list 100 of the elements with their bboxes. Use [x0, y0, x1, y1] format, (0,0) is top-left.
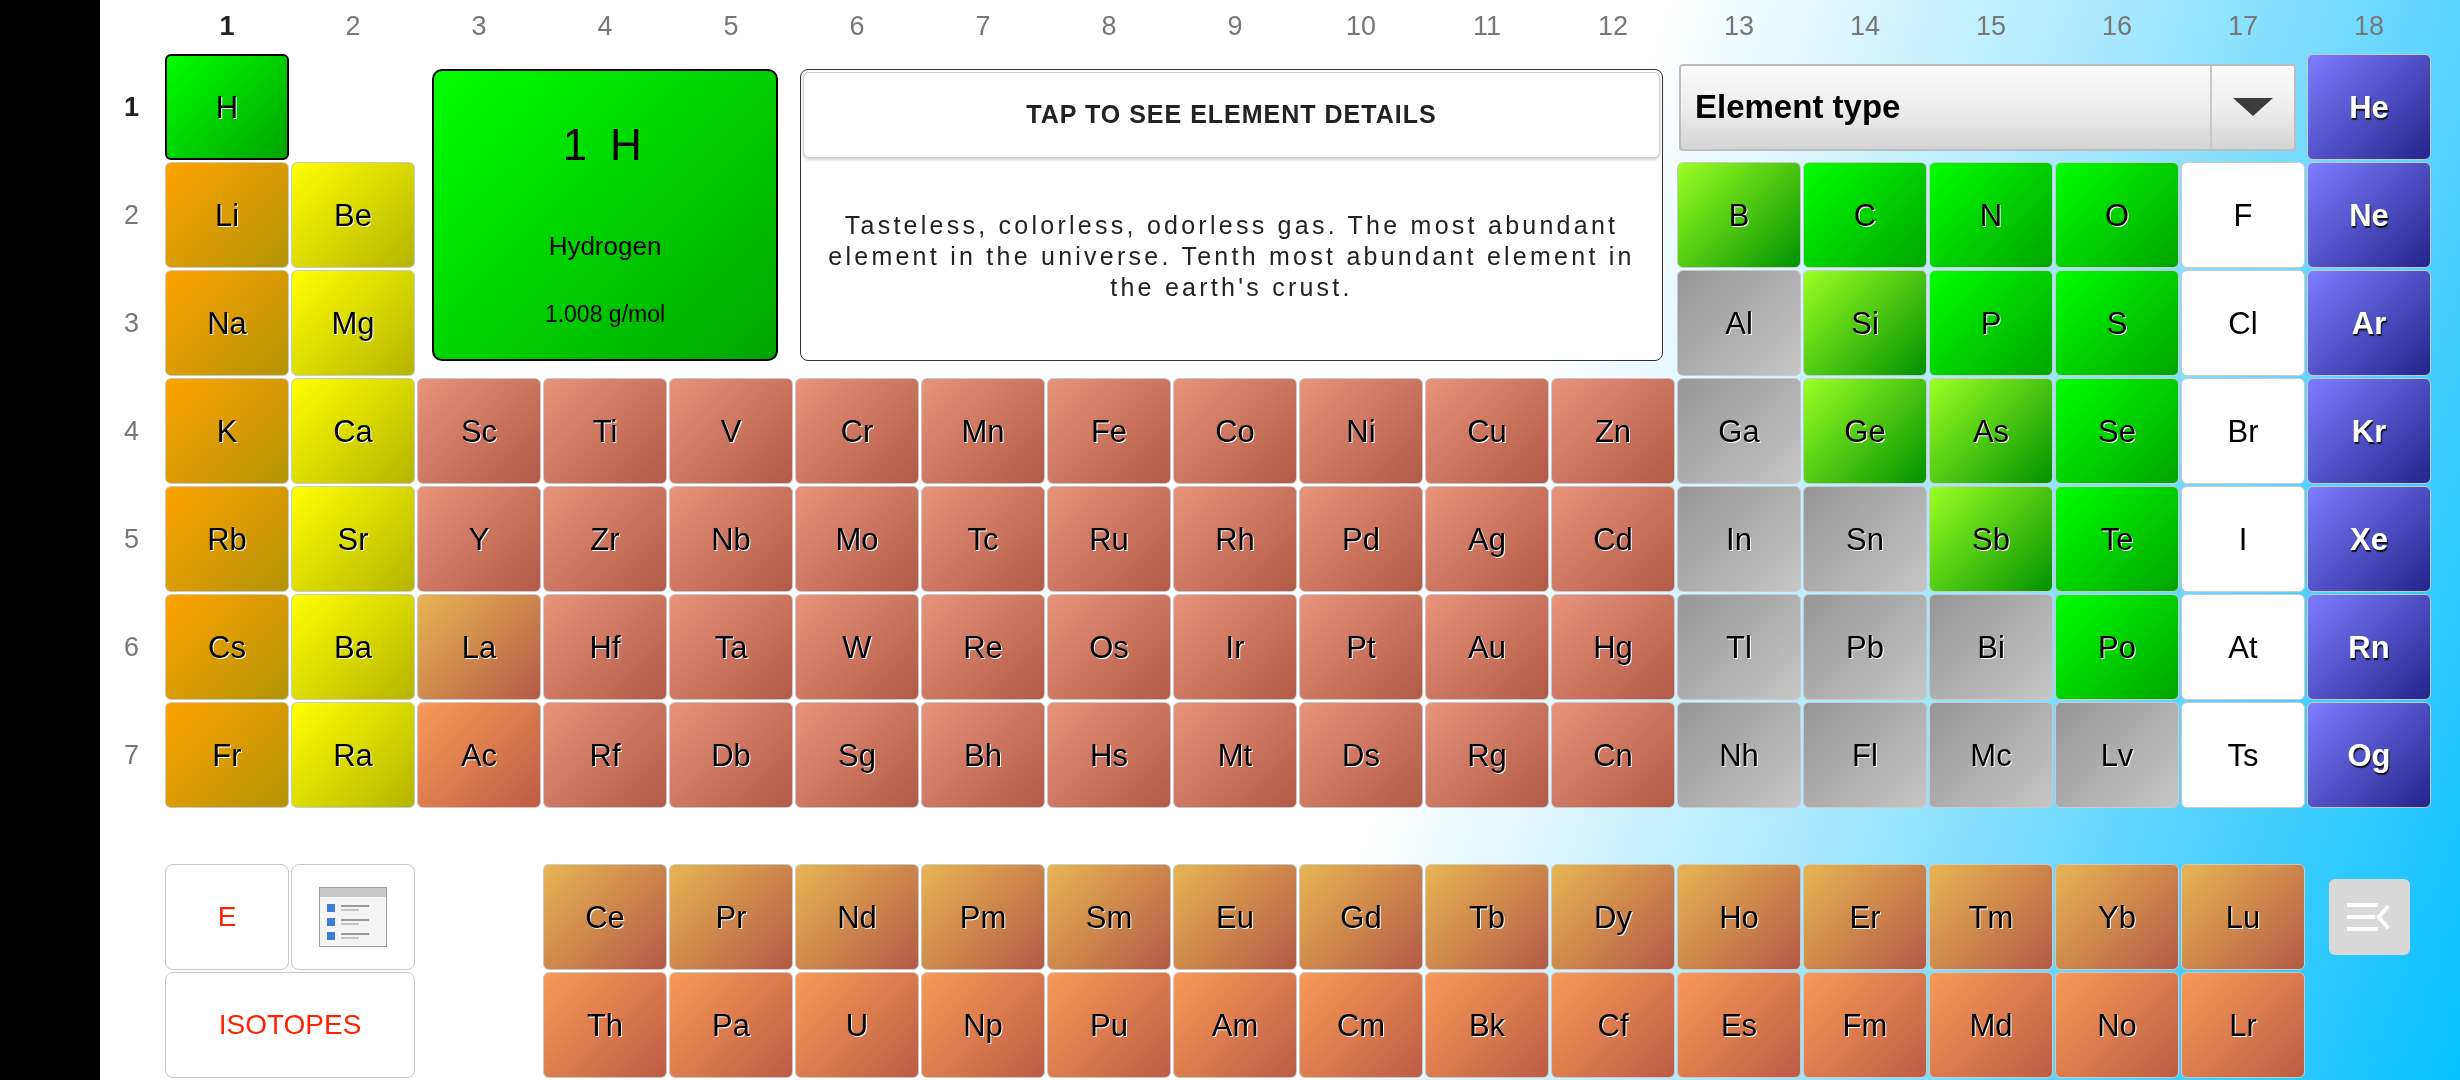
element-tile[interactable]: Pb [1803, 594, 1927, 700]
element-type-dropdown[interactable]: Element type [1679, 63, 2296, 151]
element-tile[interactable]: Fe [1047, 378, 1171, 484]
element-tile[interactable]: Bi [1929, 594, 2053, 700]
element-tile[interactable]: Cu [1425, 378, 1549, 484]
element-tile[interactable]: Ag [1425, 486, 1549, 592]
element-tile[interactable]: Ba [291, 594, 415, 700]
element-tile[interactable]: Nb [669, 486, 793, 592]
element-tile[interactable]: Al [1677, 270, 1801, 376]
element-tile[interactable]: Dy [1551, 864, 1675, 970]
element-tile[interactable]: Ge [1803, 378, 1927, 484]
element-tile[interactable]: W [795, 594, 919, 700]
element-tile[interactable]: Te [2055, 486, 2179, 592]
element-tile[interactable]: Li [165, 162, 289, 268]
element-tile[interactable]: Cf [1551, 972, 1675, 1078]
element-tile[interactable]: Mt [1173, 702, 1297, 808]
element-tile[interactable]: V [669, 378, 793, 484]
element-tile[interactable]: Mn [921, 378, 1045, 484]
element-tile[interactable]: Db [669, 702, 793, 808]
element-tile[interactable]: Si [1803, 270, 1927, 376]
element-tile[interactable]: Ir [1173, 594, 1297, 700]
element-tile[interactable]: Ho [1677, 864, 1801, 970]
element-tile[interactable]: Ds [1299, 702, 1423, 808]
element-tile[interactable]: Hs [1047, 702, 1171, 808]
element-tile[interactable]: Md [1929, 972, 2053, 1078]
element-tile[interactable]: No [2055, 972, 2179, 1078]
element-tile[interactable]: O [2055, 162, 2179, 268]
element-tile[interactable]: Y [417, 486, 541, 592]
element-tile[interactable]: Rh [1173, 486, 1297, 592]
element-tile[interactable]: C [1803, 162, 1927, 268]
element-tile[interactable]: Pt [1299, 594, 1423, 700]
element-tile[interactable]: I [2181, 486, 2305, 592]
element-tile[interactable]: Es [1677, 972, 1801, 1078]
element-tile[interactable]: Sn [1803, 486, 1927, 592]
element-tile[interactable]: Os [1047, 594, 1171, 700]
element-tile[interactable]: Sc [417, 378, 541, 484]
element-tile[interactable]: Ga [1677, 378, 1801, 484]
element-tile[interactable]: At [2181, 594, 2305, 700]
element-tile[interactable]: Hg [1551, 594, 1675, 700]
element-tile[interactable]: Ta [669, 594, 793, 700]
element-tile[interactable]: Og [2307, 702, 2431, 808]
element-tile[interactable]: Tb [1425, 864, 1549, 970]
element-tile[interactable]: Yb [2055, 864, 2179, 970]
element-tile[interactable]: Ru [1047, 486, 1171, 592]
element-tile[interactable]: U [795, 972, 919, 1078]
element-tile[interactable]: Am [1173, 972, 1297, 1078]
element-tile[interactable]: Th [543, 972, 667, 1078]
element-tile[interactable]: Lu [2181, 864, 2305, 970]
element-tile[interactable]: Ca [291, 378, 415, 484]
element-tile[interactable]: Ac [417, 702, 541, 808]
element-tile[interactable]: Np [921, 972, 1045, 1078]
element-tile[interactable]: Sg [795, 702, 919, 808]
element-tile[interactable]: Tl [1677, 594, 1801, 700]
element-tile[interactable]: Mg [291, 270, 415, 376]
element-tile[interactable]: Hf [543, 594, 667, 700]
element-tile[interactable]: Ni [1299, 378, 1423, 484]
element-tile[interactable]: Cl [2181, 270, 2305, 376]
details-button[interactable]: TAP TO SEE ELEMENT DETAILS [803, 72, 1660, 158]
element-tile[interactable]: Gd [1299, 864, 1423, 970]
element-tile[interactable]: Na [165, 270, 289, 376]
element-tile[interactable]: Fr [165, 702, 289, 808]
element-tile[interactable]: Pr [669, 864, 793, 970]
element-tile[interactable]: Tm [1929, 864, 2053, 970]
element-tile[interactable]: Po [2055, 594, 2179, 700]
element-tile[interactable]: Er [1803, 864, 1927, 970]
element-tile[interactable]: Zr [543, 486, 667, 592]
element-tile[interactable]: Eu [1173, 864, 1297, 970]
element-tile[interactable]: Tc [921, 486, 1045, 592]
element-tile[interactable]: Rg [1425, 702, 1549, 808]
e-button[interactable]: E [165, 864, 289, 970]
element-tile[interactable]: La [417, 594, 541, 700]
element-tile[interactable]: P [1929, 270, 2053, 376]
element-tile[interactable]: Nd [795, 864, 919, 970]
element-tile[interactable]: H [165, 54, 289, 160]
element-tile[interactable]: Mo [795, 486, 919, 592]
element-tile[interactable]: Rb [165, 486, 289, 592]
element-tile[interactable]: Pa [669, 972, 793, 1078]
element-tile[interactable]: Fl [1803, 702, 1927, 808]
element-tile[interactable]: Cm [1299, 972, 1423, 1078]
element-tile[interactable]: Sm [1047, 864, 1171, 970]
element-tile[interactable]: K [165, 378, 289, 484]
element-tile[interactable]: Bh [921, 702, 1045, 808]
element-tile[interactable]: Rn [2307, 594, 2431, 700]
element-tile[interactable]: Ts [2181, 702, 2305, 808]
element-tile[interactable]: Pm [921, 864, 1045, 970]
element-tile[interactable]: S [2055, 270, 2179, 376]
element-tile[interactable]: N [1929, 162, 2053, 268]
element-tile[interactable]: Cr [795, 378, 919, 484]
element-tile[interactable]: In [1677, 486, 1801, 592]
element-tile[interactable]: Kr [2307, 378, 2431, 484]
element-tile[interactable]: Xe [2307, 486, 2431, 592]
element-tile[interactable]: Ti [543, 378, 667, 484]
element-tile[interactable]: Lr [2181, 972, 2305, 1078]
element-tile[interactable]: Se [2055, 378, 2179, 484]
list-window-button[interactable] [291, 864, 415, 970]
menu-button[interactable] [2328, 879, 2410, 955]
element-tile[interactable]: Sr [291, 486, 415, 592]
element-tile[interactable]: Au [1425, 594, 1549, 700]
element-tile[interactable]: Pd [1299, 486, 1423, 592]
element-tile[interactable]: Rf [543, 702, 667, 808]
